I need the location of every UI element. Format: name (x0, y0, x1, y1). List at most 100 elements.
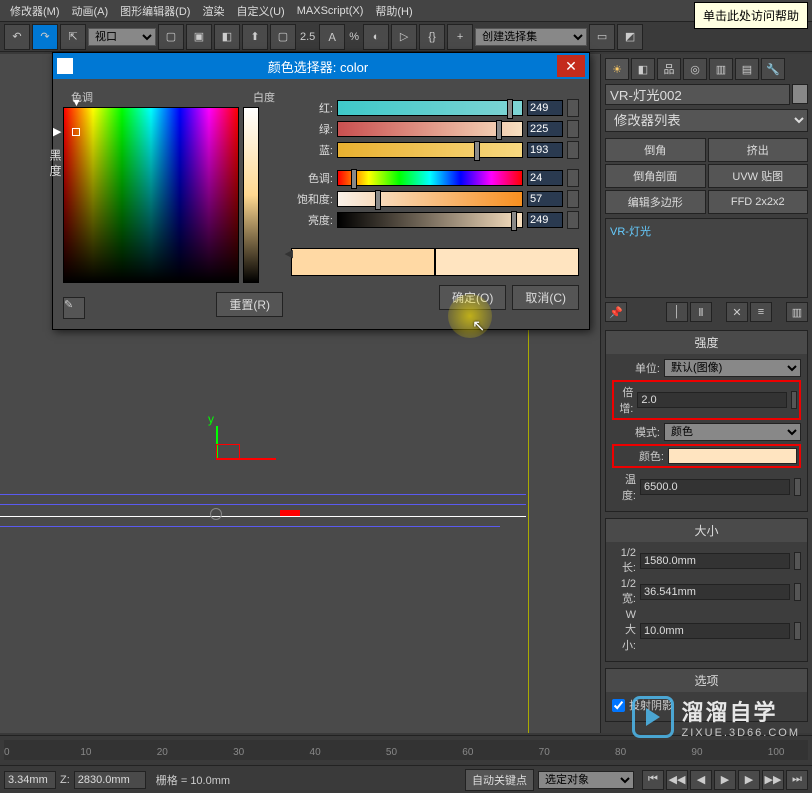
plus-button[interactable]: + (447, 24, 473, 50)
uvw-button[interactable]: UVW 贴图 (708, 164, 809, 188)
half-w-spinner[interactable] (794, 583, 801, 601)
eyedropper-button[interactable]: ✎ (63, 297, 85, 319)
selection-handle[interactable] (280, 510, 300, 516)
bevel-button[interactable]: 倒角 (605, 138, 706, 162)
val-slider[interactable] (337, 212, 523, 228)
old-color-swatch[interactable] (291, 248, 435, 276)
stack-item[interactable]: VR-灯光 (610, 226, 651, 238)
util-tab-icon[interactable]: ▤ (735, 58, 759, 80)
play-icon[interactable]: ▶ (714, 770, 736, 790)
w-size-spinner[interactable] (794, 622, 801, 640)
x-input[interactable] (4, 771, 56, 789)
half-w-input[interactable] (640, 584, 790, 600)
menu-item[interactable]: 修改器(M) (4, 3, 66, 19)
extrude-button[interactable]: 挤出 (708, 138, 809, 162)
multiplier-spinner[interactable] (791, 391, 797, 409)
half-l-spinner[interactable] (794, 552, 801, 570)
timeline[interactable]: 0102030405060708090100 (0, 735, 812, 763)
modify-tab-icon[interactable]: ◧ (631, 58, 655, 80)
hue-slider[interactable] (337, 170, 523, 186)
move-button[interactable]: ⬆ (242, 24, 268, 50)
tool-f[interactable]: ◩ (617, 24, 643, 50)
selection-set-dropdown[interactable]: 创建选择集 (475, 28, 587, 46)
new-color-swatch[interactable] (435, 248, 579, 276)
value-slider[interactable] (243, 107, 259, 283)
sat-slider[interactable] (337, 191, 523, 207)
pin-stack-icon[interactable]: 📌 (605, 302, 627, 322)
create-tab-icon[interactable]: ☀ (605, 58, 629, 80)
color-field[interactable] (63, 107, 239, 283)
edit-poly-button[interactable]: 编辑多边形 (605, 190, 706, 214)
make-unique-icon[interactable]: Ⅱ (690, 302, 712, 322)
tool-e[interactable]: ▭ (589, 24, 615, 50)
tool-d[interactable]: ▢ (270, 24, 296, 50)
motion-tab-icon[interactable]: ◎ (683, 58, 707, 80)
show-end-icon[interactable]: │ (666, 302, 688, 322)
link-button[interactable]: ⇱ (60, 24, 86, 50)
sat-input[interactable] (527, 191, 563, 207)
val-input[interactable] (527, 212, 563, 228)
modifier-stack[interactable]: VR-灯光 (605, 218, 808, 298)
red-spinner[interactable] (567, 99, 579, 117)
val-spinner[interactable] (567, 211, 579, 229)
sat-spinner[interactable] (567, 190, 579, 208)
goto-end-icon[interactable]: ⏭ (786, 770, 808, 790)
menu-item[interactable]: 渲染 (196, 3, 230, 19)
remove-mod-icon[interactable]: ✕ (726, 302, 748, 322)
next-frame-icon[interactable]: ▶▶ (762, 770, 784, 790)
green-input[interactable] (527, 121, 563, 137)
tool-a[interactable]: ▢ (158, 24, 184, 50)
reset-button[interactable]: 重置(R) (216, 292, 283, 317)
snap-button[interactable]: ◐ (363, 24, 389, 50)
menu-item[interactable]: 图形编辑器(D) (114, 3, 196, 19)
undo-button[interactable]: ↶ (4, 24, 30, 50)
menu-item[interactable]: 动画(A) (66, 3, 115, 19)
unit-dropdown[interactable]: 默认(图像) (664, 359, 801, 377)
hue-input[interactable] (527, 170, 563, 186)
close-button[interactable]: ✕ (557, 55, 585, 77)
view-dropdown[interactable]: 视口 (88, 28, 156, 46)
z-input[interactable] (74, 771, 146, 789)
object-name-input[interactable] (605, 84, 790, 105)
cancel-button[interactable]: 取消(C) (512, 285, 579, 310)
red-input[interactable] (527, 100, 563, 116)
w-size-input[interactable] (640, 623, 790, 639)
size-header[interactable]: 大小 (606, 519, 807, 542)
config-icon[interactable]: ≡ (750, 302, 772, 322)
half-l-input[interactable] (640, 553, 790, 569)
tool-b[interactable]: ▣ (186, 24, 212, 50)
measure-icon[interactable]: Ａ (319, 24, 345, 50)
dialog-titlebar[interactable]: 颜色选择器: color ✕ (53, 53, 589, 79)
prev-key-icon[interactable]: ◀ (690, 770, 712, 790)
gizmo-center[interactable] (210, 508, 222, 520)
blue-spinner[interactable] (567, 141, 579, 159)
temp-spinner[interactable] (794, 478, 801, 496)
sets-icon[interactable]: ▥ (786, 302, 808, 322)
intensity-header[interactable]: 强度 (606, 331, 807, 354)
ok-button[interactable]: 确定(O) (439, 285, 506, 310)
time-ruler[interactable]: 0102030405060708090100 (4, 740, 808, 760)
axis-button[interactable]: ▷ (391, 24, 417, 50)
blue-input[interactable] (527, 142, 563, 158)
hierarchy-tab-icon[interactable]: 品 (657, 58, 681, 80)
blue-slider[interactable] (337, 142, 523, 158)
goto-start-icon[interactable]: ⏮ (642, 770, 664, 790)
display-tab-icon[interactable]: ▥ (709, 58, 733, 80)
color-marker[interactable] (72, 128, 80, 136)
prev-frame-icon[interactable]: ◀◀ (666, 770, 688, 790)
curly-icon[interactable]: {} (419, 24, 445, 50)
wrench-icon[interactable]: 🔧 (761, 58, 785, 80)
menu-item[interactable]: 自定义(U) (230, 3, 290, 19)
options-header[interactable]: 选项 (606, 669, 807, 692)
menu-item[interactable]: MAXScript(X) (291, 5, 370, 17)
gizmo-box[interactable] (216, 444, 240, 460)
redo-button[interactable]: ↷ (32, 24, 58, 50)
autokey-button[interactable]: 自动关键点 (465, 769, 534, 791)
color-swatch[interactable] (668, 448, 797, 464)
multiplier-input[interactable] (637, 392, 787, 408)
hue-spinner[interactable] (567, 169, 579, 187)
next-key-icon[interactable]: ▶ (738, 770, 760, 790)
temp-input[interactable] (640, 479, 790, 495)
green-slider[interactable] (337, 121, 523, 137)
mode-dropdown[interactable]: 颜色 (664, 423, 801, 441)
